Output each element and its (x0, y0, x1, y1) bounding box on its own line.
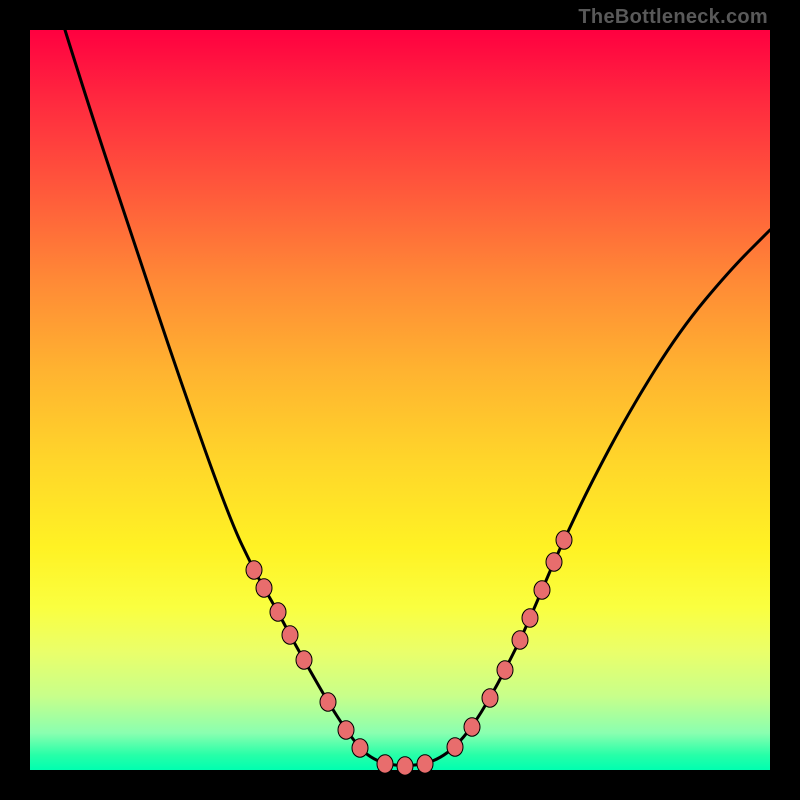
data-marker (377, 755, 393, 773)
data-marker (338, 721, 354, 739)
data-marker (546, 553, 562, 571)
data-marker (556, 531, 572, 549)
data-marker (482, 689, 498, 707)
markers-group (246, 531, 572, 775)
data-marker (464, 718, 480, 736)
data-marker (246, 561, 262, 579)
data-marker (534, 581, 550, 599)
data-marker (447, 738, 463, 756)
data-marker (270, 603, 286, 621)
bottleneck-curve (65, 30, 770, 766)
data-marker (397, 757, 413, 775)
data-marker (296, 651, 312, 669)
data-marker (352, 739, 368, 757)
data-marker (282, 626, 298, 644)
data-marker (497, 661, 513, 679)
data-marker (320, 693, 336, 711)
data-marker (522, 609, 538, 627)
data-marker (417, 755, 433, 773)
chart-frame: TheBottleneck.com (0, 0, 800, 800)
watermark-text: TheBottleneck.com (578, 6, 768, 29)
plot-area (30, 30, 770, 770)
data-marker (256, 579, 272, 597)
chart-svg (30, 30, 770, 770)
data-marker (512, 631, 528, 649)
